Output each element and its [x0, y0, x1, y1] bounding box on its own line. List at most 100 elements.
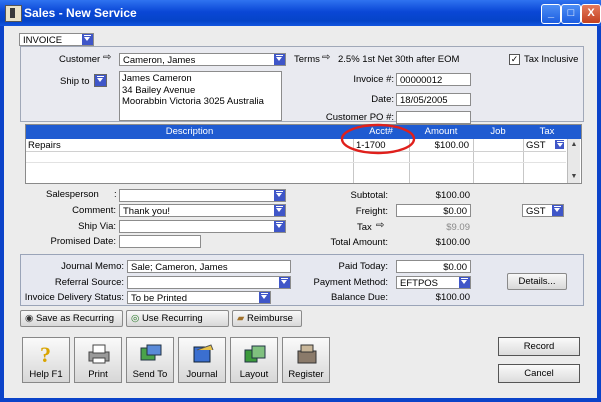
details-button[interactable]: Details...: [507, 273, 567, 290]
salesperson-dropdown-icon[interactable]: [273, 190, 285, 201]
ship-via-dropdown-icon[interactable]: [273, 221, 285, 232]
ship-to-line: James Cameron: [122, 73, 192, 84]
journal-memo-label: Journal Memo:: [61, 261, 124, 272]
comment-dropdown-icon[interactable]: [273, 205, 285, 216]
comment-value: Thank you!: [123, 206, 170, 217]
recurring-save-icon: ◉: [25, 313, 34, 324]
journal-memo-field[interactable]: Sale; Cameron, James: [127, 260, 291, 273]
row-amount[interactable]: $100.00: [409, 140, 469, 151]
printer-icon: [88, 344, 110, 364]
line-items-grid: Description Acct# Amount Job Tax Repairs…: [25, 124, 582, 184]
chevron-down-icon: [278, 277, 290, 288]
column-header-tax: Tax: [539, 126, 555, 137]
chevron-down-icon: [555, 140, 564, 149]
balance-due-value: $100.00: [435, 292, 470, 303]
ship-to-line: 34 Bailey Avenue: [122, 84, 196, 96]
row-tax[interactable]: GST: [526, 140, 546, 151]
save-as-recurring-button[interactable]: ◉ Save as Recurring: [20, 310, 123, 327]
ship-to-address[interactable]: James Cameron 34 Bailey Avenue Moorabbin…: [119, 71, 282, 121]
record-button[interactable]: Record: [498, 337, 580, 356]
comment-label: Comment:: [72, 205, 116, 216]
salesperson-colon: :: [114, 189, 117, 200]
customer-value: Cameron, James: [123, 55, 196, 66]
tax-inclusive-checkbox[interactable]: ✓: [509, 54, 520, 65]
tax-value: $9.09: [446, 222, 470, 233]
payment-method-label: Payment Method:: [313, 277, 388, 288]
cancel-button[interactable]: Cancel: [498, 364, 580, 383]
send-to-button[interactable]: Send To: [126, 337, 174, 383]
journal-button[interactable]: Journal: [178, 337, 226, 383]
chevron-down-icon: [551, 205, 563, 216]
paid-today-label: Paid Today:: [338, 261, 388, 272]
app-icon: [5, 5, 22, 22]
comment-field[interactable]: Thank you!: [119, 204, 286, 217]
minimize-button[interactable]: _: [541, 4, 561, 24]
chevron-down-icon: [95, 75, 106, 86]
freight-tax-select[interactable]: GST: [522, 204, 564, 217]
terms-label: Terms: [294, 54, 320, 65]
use-recurring-button[interactable]: ◎ Use Recurring: [126, 310, 229, 327]
payment-method-value: EFTPOS: [400, 278, 439, 289]
maximize-button[interactable]: □: [561, 4, 581, 24]
chevron-down-icon: [81, 34, 93, 45]
promised-date-field[interactable]: [119, 235, 201, 248]
reimburse-button[interactable]: ▰ Reimburse: [232, 310, 302, 327]
invoice-delivery-select[interactable]: To be Printed: [127, 291, 271, 304]
layout-label: Layout: [239, 369, 269, 380]
referral-source-field[interactable]: [127, 276, 291, 289]
layout-button[interactable]: Layout: [230, 337, 278, 383]
customer-dropdown-icon[interactable]: [273, 54, 285, 65]
scroll-down-icon[interactable]: ▼: [569, 172, 579, 181]
subtotal-value: $100.00: [435, 190, 470, 201]
close-button[interactable]: X: [581, 4, 601, 24]
paid-today-field[interactable]: $0.00: [396, 260, 471, 273]
grid-row-line: [26, 162, 566, 163]
date-label: Date:: [371, 94, 394, 105]
invoice-number-field[interactable]: 00000012: [396, 73, 471, 86]
print-label: Print: [88, 369, 108, 380]
salesperson-field[interactable]: [119, 189, 286, 202]
freight-field[interactable]: $0.00: [396, 204, 471, 217]
recurring-use-icon: ◎: [131, 313, 140, 324]
referral-source-label: Referral Source:: [54, 277, 124, 288]
invoice-delivery-label: Invoice Delivery Status:: [24, 292, 124, 303]
tax-arrow-icon[interactable]: ⇨: [376, 220, 384, 231]
use-recurring-label: Use Recurring: [141, 313, 203, 324]
ship-via-label: Ship Via:: [78, 221, 116, 232]
freight-label: Freight:: [355, 206, 388, 217]
invoice-layout-select[interactable]: INVOICE: [19, 33, 94, 46]
layout-select-value: INVOICE: [23, 35, 63, 46]
ship-to-dropdown[interactable]: [94, 74, 107, 87]
journal-icon: [193, 344, 214, 363]
row-description[interactable]: Repairs: [28, 140, 61, 151]
subtotal-label: Subtotal:: [350, 190, 389, 201]
ship-to-line: Moorabbin Victoria 3025 Australia: [122, 96, 264, 107]
date-field[interactable]: 18/05/2005: [396, 93, 471, 106]
help-button[interactable]: ? Help F1: [22, 337, 70, 383]
balance-due-label: Balance Due:: [330, 292, 388, 303]
grid-row-line: [26, 151, 566, 152]
customer-field[interactable]: Cameron, James: [119, 53, 286, 66]
help-label: Help F1: [29, 369, 63, 380]
grid-scrollbar[interactable]: ▲ ▼: [567, 139, 580, 183]
register-label: Register: [288, 369, 324, 380]
print-button[interactable]: Print: [74, 337, 122, 383]
payment-method-select[interactable]: EFTPOS: [396, 276, 471, 289]
ship-via-field[interactable]: [119, 220, 286, 233]
column-header-description: Description: [165, 126, 214, 137]
total-amount-value: $100.00: [435, 237, 470, 248]
invoice-delivery-value: To be Printed: [131, 293, 187, 304]
customer-label: Customer: [59, 54, 101, 65]
svg-text:?: ?: [40, 342, 51, 366]
terms-arrow-icon[interactable]: ⇨: [322, 52, 330, 63]
customer-arrow-icon[interactable]: ⇨: [103, 52, 111, 63]
row-tax-dropdown[interactable]: [554, 139, 565, 150]
scroll-up-icon[interactable]: ▲: [569, 140, 579, 149]
terms-value: 2.5% 1st Net 30th after EOM: [338, 54, 460, 65]
promised-date-label: Promised Date:: [50, 236, 116, 247]
total-amount-label: Total Amount:: [330, 237, 388, 248]
register-button[interactable]: Register: [282, 337, 330, 383]
column-header-amount: Amount: [424, 126, 458, 137]
table-row[interactable]: Repairs 1-1700 $100.00 GST: [26, 139, 566, 151]
column-header-job: Job: [490, 126, 506, 137]
